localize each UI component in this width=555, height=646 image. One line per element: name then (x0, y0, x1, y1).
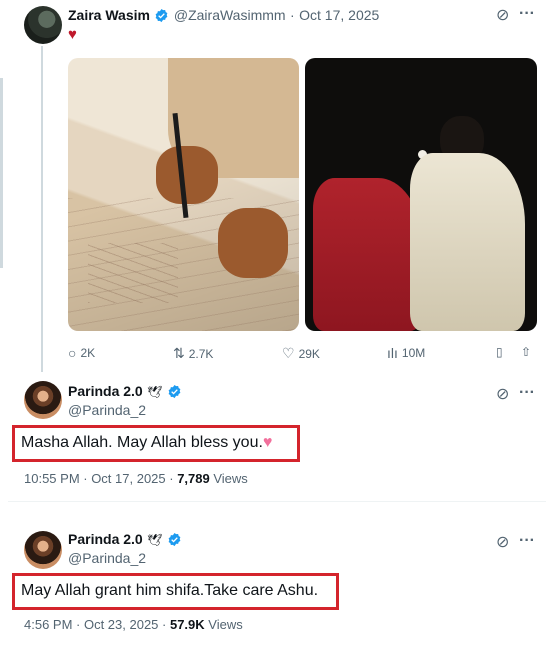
avatar-zaira[interactable] (24, 6, 62, 44)
grok-icon[interactable]: ⊘ (496, 532, 509, 552)
divider (8, 501, 546, 502)
views-icon: ılı (387, 345, 398, 361)
bookmark-icon[interactable]: ▯ (496, 345, 503, 359)
reply-author-name[interactable]: Parinda 2.0 (68, 383, 143, 399)
media-image-signing[interactable] (68, 58, 299, 331)
reply-action[interactable]: ○ 2K (68, 345, 95, 361)
reply-header: Parinda 2.0 🕊 (68, 383, 182, 401)
header-separator: · (290, 7, 295, 23)
reply-views-label: Views (209, 471, 248, 486)
avatar-parinda[interactable] (24, 531, 62, 569)
reply-icon: ○ (68, 345, 77, 361)
repost-count: 2.7K (188, 346, 214, 361)
signature-marks (88, 243, 178, 303)
reply-author-name[interactable]: Parinda 2.0 (68, 531, 143, 547)
hennaed-hand (156, 146, 218, 204)
heart-emoji: ♥ (68, 26, 77, 43)
reply-timestamp[interactable]: 4:56 PM · Oct 23, 2025 · (24, 617, 170, 632)
reply-views-count: 57.9K (169, 617, 205, 632)
reply-meta: 4:56 PM · Oct 23, 2025 · 57.9K Views (24, 617, 243, 632)
hennaed-hand-2 (218, 208, 288, 278)
grok-icon[interactable]: ⊘ (496, 5, 509, 25)
like-action[interactable]: ♡ 29K (282, 345, 320, 362)
reply-text-highlighted: Masha Allah. May Allah bless you.♥ (12, 425, 300, 462)
repost-icon: ⇅ (173, 345, 185, 361)
author-handle[interactable]: @ZairaWasimmm (174, 7, 286, 23)
grok-icon[interactable]: ⊘ (496, 384, 509, 404)
more-options-icon[interactable]: ··· (519, 384, 535, 402)
reply-timestamp[interactable]: 10:55 PM · Oct 17, 2025 · (24, 471, 177, 486)
dove-emoji: 🕊 (147, 385, 163, 399)
author-name[interactable]: Zaira Wasim (68, 7, 150, 23)
dove-emoji: 🕊 (147, 533, 163, 547)
views-count: 10M (401, 346, 426, 360)
reply-count: 2K (80, 346, 96, 360)
reply-views-count: 7,789 (177, 471, 210, 486)
window-edge (0, 78, 3, 268)
reply-meta: 10:55 PM · Oct 17, 2025 · 7,789 Views (24, 471, 248, 486)
verified-badge-icon (168, 532, 181, 547)
reply-views-label: Views (204, 617, 243, 632)
verified-badge-icon (156, 8, 168, 23)
post-date[interactable]: Oct 17, 2025 (299, 7, 379, 23)
cream-shawl (410, 153, 525, 331)
thread-connector-line (41, 46, 43, 372)
reply-author-handle[interactable]: @Parinda_2 (68, 402, 146, 418)
avatar-parinda[interactable] (24, 381, 62, 419)
verified-badge-icon (168, 384, 181, 399)
repost-action[interactable]: ⇅ 2.7K (173, 345, 213, 362)
reply-author-handle[interactable]: @Parinda_2 (68, 550, 146, 566)
reply-text: May Allah grant him shifa.Take care Ashu… (21, 582, 319, 599)
red-veil (313, 178, 421, 331)
more-options-icon[interactable]: ··· (519, 5, 535, 23)
like-icon: ♡ (282, 345, 295, 361)
post-header: Zaira Wasim @ZairaWasimmm · Oct 17, 2025 (68, 7, 379, 25)
share-icon[interactable]: ⇧ (521, 345, 531, 359)
pink-heart-emoji: ♥ (262, 434, 273, 451)
reply-header: Parinda 2.0 🕊 (68, 531, 182, 549)
views-action[interactable]: ılı 10M (387, 345, 425, 361)
reply-text: Masha Allah. May Allah bless you. (21, 434, 263, 451)
media-image-couple[interactable] (305, 58, 537, 331)
more-options-icon[interactable]: ··· (519, 532, 535, 550)
reply-text-highlighted: May Allah grant him shifa.Take care Ashu… (12, 573, 339, 610)
like-count: 29K (298, 346, 320, 361)
